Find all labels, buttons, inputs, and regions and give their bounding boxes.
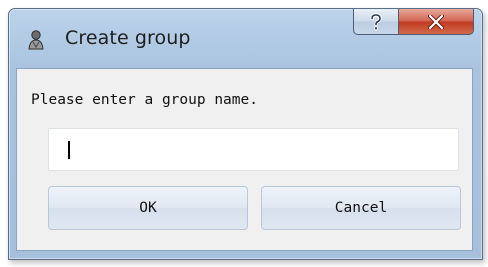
help-button[interactable] xyxy=(353,9,398,35)
close-icon xyxy=(428,14,444,29)
ok-button[interactable]: OK xyxy=(48,186,248,230)
title-bar[interactable]: Create group xyxy=(9,9,482,69)
text-caret xyxy=(68,141,70,159)
window-title: Create group xyxy=(65,27,191,49)
close-button[interactable] xyxy=(398,9,474,35)
group-name-input[interactable] xyxy=(48,128,459,171)
prompt-label: Please enter a group name. xyxy=(31,92,258,108)
caption-buttons xyxy=(353,9,474,35)
app-icon xyxy=(28,30,44,50)
help-icon xyxy=(370,12,382,30)
cancel-button[interactable]: Cancel xyxy=(261,186,461,230)
